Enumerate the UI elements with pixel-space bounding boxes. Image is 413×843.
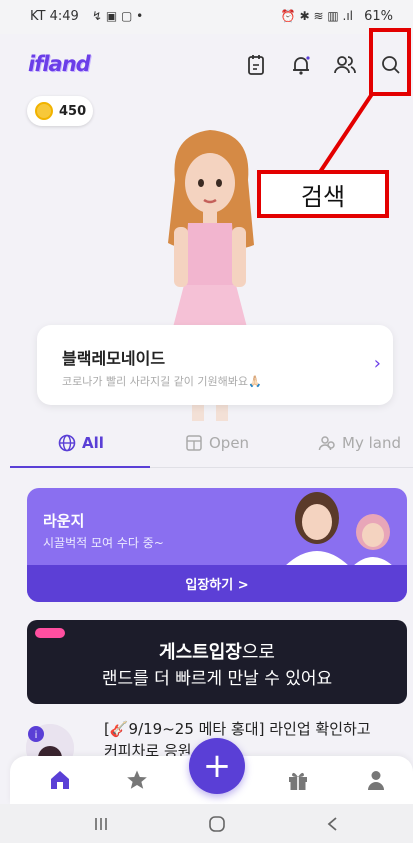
profile-icon[interactable] <box>360 764 392 796</box>
tab-all-label: All <box>82 434 104 452</box>
profile-name: 블랙레모네이드 <box>62 349 166 368</box>
lounge-card[interactable]: 라운지 시끌벅적 모여 수다 중~ 입장하기 > <box>27 488 407 602</box>
friends-icon[interactable] <box>328 48 362 82</box>
annotation-label: 검색 <box>300 182 346 211</box>
feed-tabs: All Open My land <box>10 420 413 468</box>
globe-icon <box>58 434 76 452</box>
tab-open-label: Open <box>209 434 250 452</box>
system-navigation-bar <box>0 804 413 843</box>
banner-line1: 게스트입장으로 <box>27 638 407 664</box>
coin-amount: 450 <box>59 103 87 119</box>
home-button-icon[interactable] <box>202 812 232 836</box>
battery-percent: 61% <box>364 9 393 24</box>
ifland-logo[interactable]: ifland <box>28 52 91 80</box>
calendar-check-icon[interactable] <box>239 48 273 82</box>
grid-icon <box>186 435 202 451</box>
svg-text:i: i <box>35 730 38 741</box>
banner-tag <box>35 628 65 638</box>
annotation-label-box: 검색 <box>257 170 389 218</box>
recent-apps-icon[interactable] <box>86 812 116 836</box>
people-icon <box>318 436 335 451</box>
profile-card[interactable]: 블랙레모네이드 코로나가 빨리 사라지길 같이 기원해봐요🙏🏻 › <box>37 325 393 405</box>
notification-icons: ↯ ▣ ▢ • <box>92 9 144 23</box>
signal-icons: ⏰ ✱ ≋ ▥ .ıl <box>280 9 353 23</box>
chevron-right-icon[interactable]: › <box>374 353 381 374</box>
lounge-enter-button[interactable]: 입장하기 > <box>27 565 407 602</box>
tab-active-indicator <box>10 466 150 468</box>
home-icon[interactable] <box>44 764 76 796</box>
bell-icon[interactable] <box>284 48 318 82</box>
banner-line1-rest: 으로 <box>241 642 275 663</box>
tab-open[interactable]: Open <box>185 420 249 466</box>
gift-icon[interactable] <box>282 764 314 796</box>
lounge-subtitle: 시끌벅적 모여 수다 중~ <box>43 536 164 550</box>
star-icon[interactable] <box>121 764 153 796</box>
news-title-line1: [🎸9/19~25 메타 홍대] 라인업 확인하고 <box>104 720 371 738</box>
status-time: KT 4:49 <box>30 9 79 24</box>
profile-status-message: 코로나가 빨리 사라지길 같이 기원해봐요🙏🏻 <box>62 375 262 388</box>
create-plus-button[interactable]: + <box>189 738 245 794</box>
status-bar: KT 4:49 ↯ ▣ ▢ • ⏰ ✱ ≋ ▥ .ıl 61% <box>0 0 413 34</box>
back-icon[interactable] <box>318 812 348 836</box>
guest-entry-banner[interactable]: 게스트입장으로 랜드를 더 빠르게 만날 수 있어요 <box>27 620 407 704</box>
tab-my-land-label: My land <box>342 434 401 452</box>
banner-line2: 랜드를 더 빠르게 만날 수 있어요 <box>101 669 333 689</box>
lounge-characters-illustration <box>285 492 393 566</box>
coin-icon <box>35 102 53 120</box>
banner-line1-bold: 게스트입장 <box>159 642 242 663</box>
annotation-highlight-box <box>369 28 411 96</box>
tab-my-land[interactable]: My land <box>318 420 401 466</box>
coin-balance[interactable]: 450 <box>27 96 93 126</box>
app-header: ifland <box>0 34 413 100</box>
lounge-title: 라운지 <box>43 512 85 530</box>
plus-icon: + <box>202 746 232 786</box>
tab-all[interactable]: All <box>58 420 104 466</box>
